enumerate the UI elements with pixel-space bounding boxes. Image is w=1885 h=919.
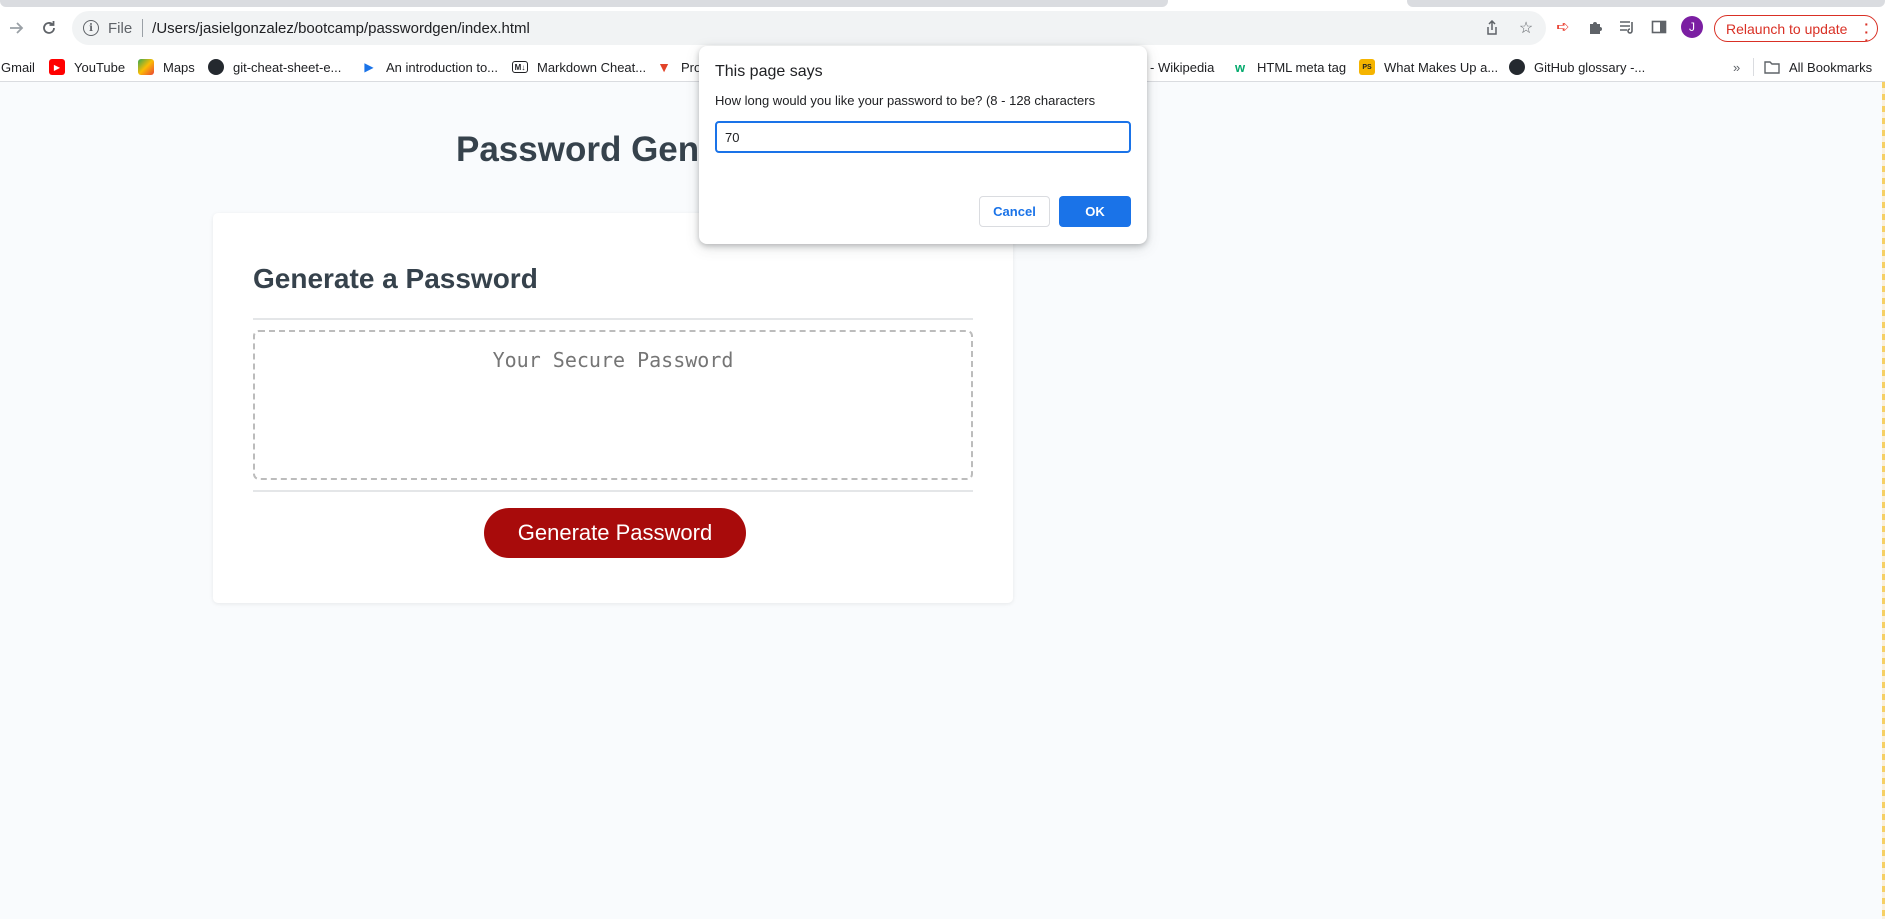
bookmark-github-glossary[interactable]: GitHub glossary -... xyxy=(1509,58,1645,76)
page-title: Password Gene xyxy=(456,130,719,169)
bookmark-label: Markdown Cheat... xyxy=(537,59,647,75)
dialog-message: How long would you like your password to… xyxy=(715,93,1096,108)
puzzle-extensions-icon[interactable] xyxy=(1585,16,1605,38)
record-extension-icon[interactable]: ➪ xyxy=(1553,16,1573,38)
extensions-area: ➪ J xyxy=(1553,16,1703,38)
bookmark-label: - Wikipedia xyxy=(1150,59,1215,75)
card-title: Generate a Password xyxy=(253,263,538,294)
share-icon[interactable] xyxy=(1482,18,1502,38)
bookmarks-divider xyxy=(1753,58,1754,76)
all-bookmarks-label: All Bookmarks xyxy=(1789,59,1873,75)
url-text[interactable]: /Users/jasielgonzalez/bootcamp/passwordg… xyxy=(152,20,530,37)
bookmark-introduction[interactable]: ▶ An introduction to... xyxy=(361,58,498,76)
bookmark-gitlab[interactable]: ▼ Pro xyxy=(656,58,701,76)
address-bar[interactable]: i File /Users/jasielgonzalez/bootcamp/pa… xyxy=(72,11,1546,45)
folder-icon xyxy=(1764,59,1780,75)
dialog-input[interactable] xyxy=(715,121,1131,153)
github-icon xyxy=(208,59,224,75)
bookmark-gmail[interactable]: Gmail xyxy=(1,58,35,76)
bookmark-git-cheat-sheet[interactable]: git-cheat-sheet-e... xyxy=(208,58,341,76)
bookmark-markdown[interactable]: M↓ Markdown Cheat... xyxy=(512,58,646,76)
ps-icon: PS xyxy=(1359,59,1375,75)
markdown-icon: M↓ xyxy=(512,61,528,73)
reload-icon[interactable] xyxy=(36,15,62,41)
more-menu-icon[interactable]: · · · xyxy=(1864,17,1869,47)
card-divider-top xyxy=(253,318,973,320)
maps-icon xyxy=(138,59,154,75)
relaunch-button[interactable]: Relaunch to update · · · xyxy=(1714,15,1878,47)
gitlab-icon: ▼ xyxy=(657,59,671,75)
bookmark-label: GitHub glossary -... xyxy=(1534,59,1646,75)
video-icon: ▶ xyxy=(364,60,374,74)
w-icon: w xyxy=(1234,59,1246,75)
bookmark-maps[interactable]: Maps xyxy=(138,58,195,76)
bookmark-wikipedia[interactable]: - Wikipedia xyxy=(1150,58,1214,76)
relaunch-label: Relaunch to update xyxy=(1726,20,1848,37)
star-bookmark-icon[interactable]: ☆ xyxy=(1516,18,1536,38)
password-placeholder: Your Secure Password xyxy=(492,348,734,372)
ok-button[interactable]: OK xyxy=(1059,196,1131,227)
bookmark-label: Gmail xyxy=(1,59,35,75)
url-separator xyxy=(142,19,144,37)
password-textarea[interactable]: Your Secure Password xyxy=(253,330,973,480)
github-icon xyxy=(1509,59,1525,75)
youtube-icon: ▶ xyxy=(49,59,65,75)
bookmark-label: An introduction to... xyxy=(386,59,499,75)
card-divider-bottom xyxy=(253,490,973,492)
generate-password-button[interactable]: Generate Password xyxy=(484,508,746,558)
chevron-double-right-icon: » xyxy=(1733,59,1741,75)
profile-avatar[interactable]: J xyxy=(1681,16,1703,38)
all-bookmarks-button[interactable]: All Bookmarks xyxy=(1764,58,1872,76)
bookmark-label: Maps xyxy=(163,59,195,75)
bookmark-label: What Makes Up a... xyxy=(1384,59,1499,75)
prompt-dialog: This page says How long would you like y… xyxy=(699,46,1147,244)
tab-strip-edge xyxy=(0,0,1168,7)
reading-list-icon[interactable] xyxy=(1617,16,1637,38)
bookmark-html-meta-tag[interactable]: w HTML meta tag xyxy=(1232,58,1346,76)
cancel-button[interactable]: Cancel xyxy=(979,196,1050,227)
tab-strip-edge xyxy=(1407,0,1885,7)
dialog-title: This page says xyxy=(715,63,823,80)
bookmark-label: HTML meta tag xyxy=(1257,59,1347,75)
url-scheme-label: File xyxy=(108,19,133,37)
bookmark-what-makes-up[interactable]: PS What Makes Up a... xyxy=(1359,58,1498,76)
password-card: Generate a Password Your Secure Password… xyxy=(213,213,1013,603)
forward-icon[interactable] xyxy=(4,15,30,41)
bookmark-label: git-cheat-sheet-e... xyxy=(233,59,342,75)
side-panel-icon[interactable] xyxy=(1649,16,1669,38)
bookmark-label: YouTube xyxy=(74,59,126,75)
bookmarks-overflow-button[interactable]: » xyxy=(1733,58,1740,76)
bookmark-youtube[interactable]: ▶ YouTube xyxy=(49,58,125,76)
site-info-icon[interactable]: i xyxy=(83,20,99,36)
